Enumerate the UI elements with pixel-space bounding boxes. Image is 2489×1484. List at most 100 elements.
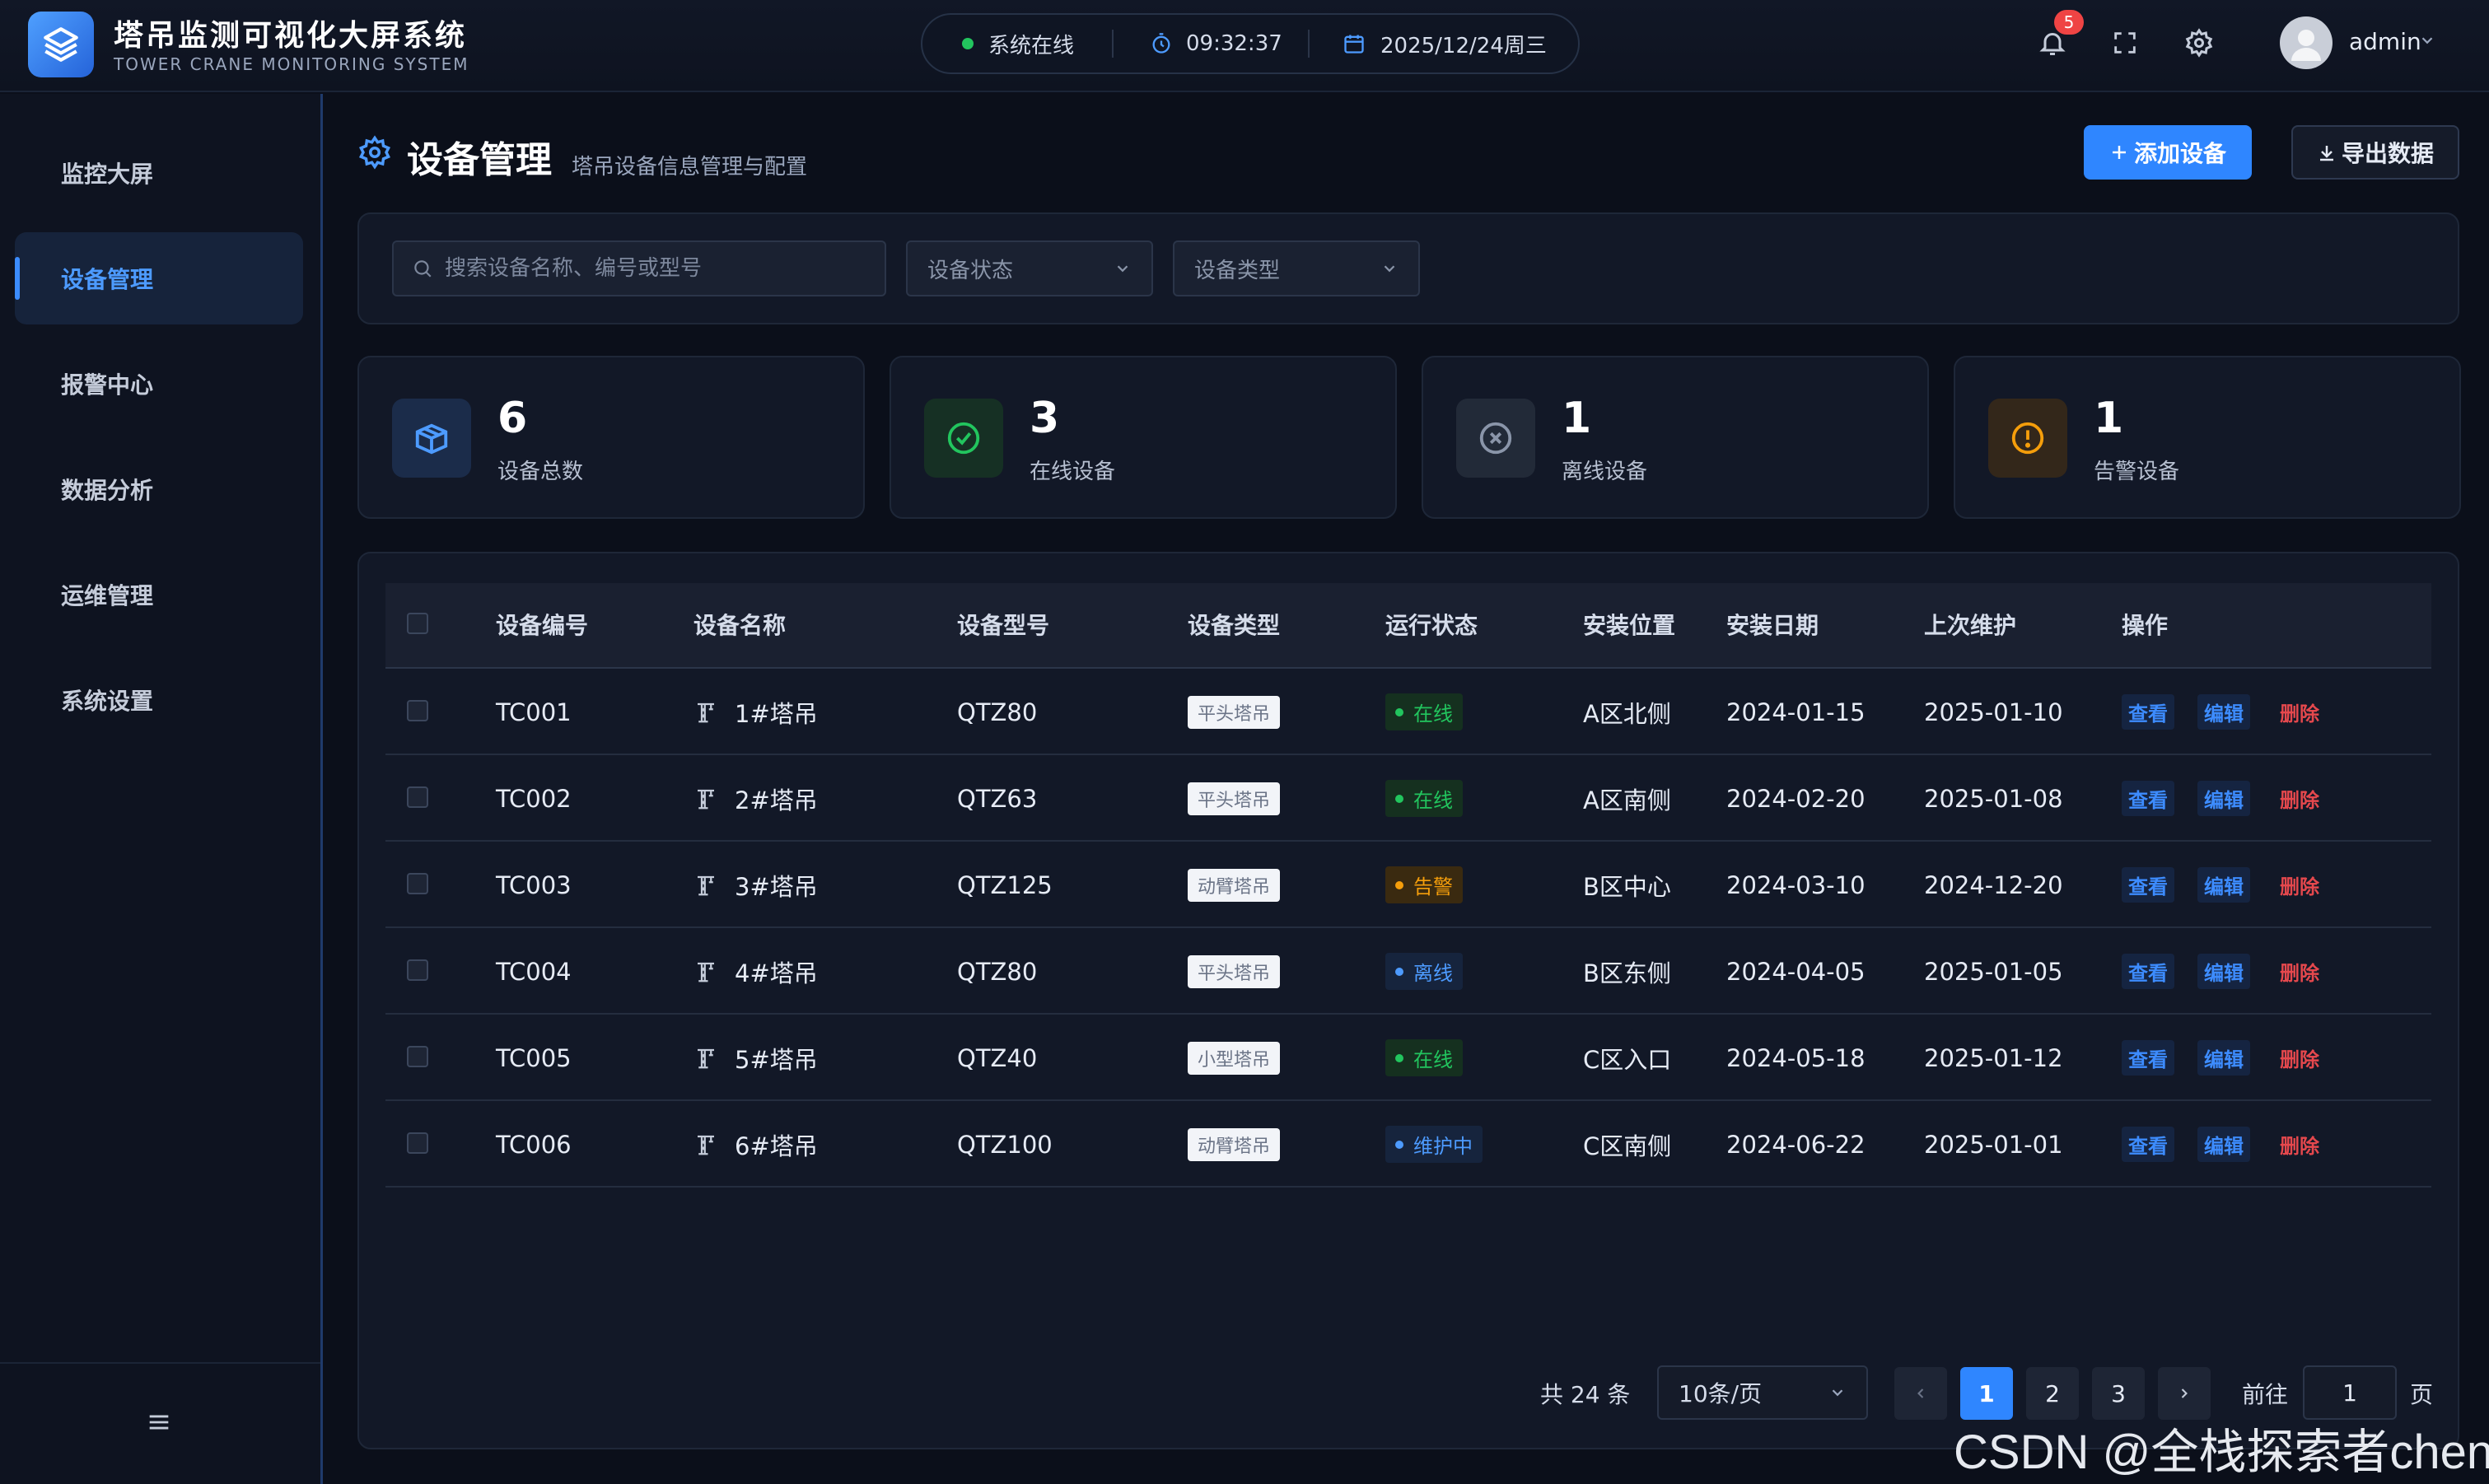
sidebar-item-label: 报警中心 xyxy=(61,371,154,399)
page-button-2[interactable]: 2 xyxy=(2026,1367,2079,1420)
avatar[interactable] xyxy=(2280,16,2333,69)
edit-button[interactable]: 编辑 xyxy=(2197,867,2250,903)
sidebar-item-devices[interactable]: 设备管理 xyxy=(15,232,303,324)
column-header[interactable]: 安装位置 xyxy=(1583,583,1675,669)
username[interactable]: admin xyxy=(2349,28,2421,55)
device-type-cell: 平头塔吊 xyxy=(1188,928,1281,1015)
status-dot-icon xyxy=(1395,707,1403,716)
page-subtitle: 塔吊设备信息管理与配置 xyxy=(572,155,808,180)
export-data-button[interactable]: 导出数据 xyxy=(2291,125,2459,180)
status-text: 维护中 xyxy=(1413,1135,1473,1158)
stat-value: 6 xyxy=(497,394,528,443)
status-text: 在线 xyxy=(1413,789,1453,812)
device-table-panel: 设备编号 设备名称 设备型号 设备类型 运行状态 安装位置 安装日期 上次维护 … xyxy=(357,552,2459,1449)
view-button[interactable]: 查看 xyxy=(2122,954,2174,989)
model-cell: QTZ40 xyxy=(957,1043,1038,1072)
page-title: 设备管理 xyxy=(407,139,552,181)
delete-button[interactable]: 删除 xyxy=(2273,781,2326,816)
model-cell: QTZ63 xyxy=(957,784,1038,813)
system-status-bar: 系统在线 09:32:37 2025/12/24周三 xyxy=(921,13,1580,74)
fullscreen-icon[interactable] xyxy=(2105,23,2145,63)
edit-button[interactable]: 编辑 xyxy=(2197,781,2250,816)
table-row: TC006 6#塔吊 QTZ100 动臂塔吊 维护中 C区南侧 2024-06-22 2025… xyxy=(385,1101,2431,1188)
install-cell: 2024-06-22 xyxy=(1726,1130,1866,1159)
search-input[interactable] xyxy=(445,256,873,281)
view-button[interactable]: 查看 xyxy=(2122,781,2174,816)
edit-button[interactable]: 编辑 xyxy=(2197,954,2250,989)
sidebar-item-alarms[interactable]: 报警中心 xyxy=(15,338,303,430)
notification-badge: 5 xyxy=(2054,10,2084,35)
delete-button[interactable]: 删除 xyxy=(2273,867,2326,903)
prev-page-button[interactable] xyxy=(1894,1367,1947,1420)
run-status-cell: 在线 xyxy=(1385,755,1463,842)
page-button-3[interactable]: 3 xyxy=(2092,1367,2145,1420)
sidebar-item-settings[interactable]: 系统设置 xyxy=(15,654,303,746)
run-status-cell: 离线 xyxy=(1385,928,1463,1015)
edit-button[interactable]: 编辑 xyxy=(2197,694,2250,730)
chevron-down-icon[interactable] xyxy=(2418,31,2436,53)
view-button[interactable]: 查看 xyxy=(2122,694,2174,730)
chevron-right-icon xyxy=(2181,1388,2188,1398)
column-header[interactable]: 设备名称 xyxy=(693,583,786,669)
online-dot-icon xyxy=(962,38,974,49)
device-type-tag: 平头塔吊 xyxy=(1188,695,1281,729)
menu-collapse-icon[interactable] xyxy=(145,1408,173,1440)
goto-page-input[interactable]: 1 xyxy=(2303,1365,2397,1420)
plus-icon xyxy=(2112,146,2126,159)
model-cell: QTZ80 xyxy=(957,957,1038,986)
maint-cell: 2025-01-01 xyxy=(1924,1130,2063,1159)
table-row: TC005 5#塔吊 QTZ40 小型塔吊 在线 C区入口 2024-05-18 2025-0… xyxy=(385,1015,2431,1101)
status-badge: 离线 xyxy=(1385,953,1463,990)
row-checkbox[interactable] xyxy=(407,959,428,981)
clock: 09:32:37 xyxy=(1114,15,1308,72)
install-cell: 2024-04-05 xyxy=(1726,957,1866,986)
edit-button[interactable]: 编辑 xyxy=(2197,1127,2250,1162)
delete-button[interactable]: 删除 xyxy=(2273,1040,2326,1076)
column-header[interactable]: 运行状态 xyxy=(1385,583,1478,669)
type-select[interactable]: 设备类型 xyxy=(1173,240,1420,296)
view-button[interactable]: 查看 xyxy=(2122,867,2174,903)
select-all-checkbox[interactable] xyxy=(407,613,428,634)
online-status: 系统在线 xyxy=(922,15,1112,72)
status-text: 离线 xyxy=(1413,962,1453,985)
view-button[interactable]: 查看 xyxy=(2122,1040,2174,1076)
gear-icon[interactable] xyxy=(2179,23,2219,63)
delete-button[interactable]: 删除 xyxy=(2273,954,2326,989)
location-cell: C区南侧 xyxy=(1583,1132,1672,1160)
row-checkbox[interactable] xyxy=(407,786,428,808)
device-name-cell: 3#塔吊 xyxy=(693,842,818,928)
status-select[interactable]: 设备状态 xyxy=(906,240,1153,296)
id-cell: TC001 xyxy=(496,698,572,726)
table-row: TC004 4#塔吊 QTZ80 平头塔吊 离线 B区东侧 2024-04-05 2025-0… xyxy=(385,928,2431,1015)
page-size-select[interactable]: 10条/页 xyxy=(1657,1365,1868,1420)
sidebar-item-analytics[interactable]: 数据分析 xyxy=(15,443,303,535)
row-checkbox[interactable] xyxy=(407,700,428,721)
delete-button[interactable]: 删除 xyxy=(2273,694,2326,730)
row-actions: 查看 编辑 删除 xyxy=(2122,1015,2349,1101)
view-button[interactable]: 查看 xyxy=(2122,1127,2174,1162)
search-input-wrapper[interactable] xyxy=(392,240,886,296)
column-header[interactable]: 上次维护 xyxy=(1924,583,2016,669)
run-status-cell: 在线 xyxy=(1385,1015,1463,1101)
sidebar: 监控大屏 设备管理 报警中心 数据分析 运维管理 系统设置 xyxy=(0,94,323,1484)
sidebar-item-label: 数据分析 xyxy=(61,477,154,504)
device-type-cell: 平头塔吊 xyxy=(1188,755,1281,842)
sidebar-item-maintenance[interactable]: 运维管理 xyxy=(15,548,303,641)
column-header[interactable]: 设备编号 xyxy=(496,583,588,669)
row-checkbox[interactable] xyxy=(407,873,428,894)
id-cell: TC005 xyxy=(496,1043,572,1072)
device-type-tag: 小型塔吊 xyxy=(1188,1041,1281,1075)
column-header[interactable]: 设备型号 xyxy=(957,583,1049,669)
sidebar-item-monitor[interactable]: 监控大屏 xyxy=(15,127,303,219)
row-checkbox[interactable] xyxy=(407,1132,428,1154)
row-checkbox[interactable] xyxy=(407,1046,428,1067)
column-header[interactable]: 设备类型 xyxy=(1188,583,1280,669)
add-device-button[interactable]: 添加设备 xyxy=(2084,125,2252,180)
row-actions: 查看 编辑 删除 xyxy=(2122,669,2349,755)
edit-button[interactable]: 编辑 xyxy=(2197,1040,2250,1076)
delete-button[interactable]: 删除 xyxy=(2273,1127,2326,1162)
device-name-cell: 5#塔吊 xyxy=(693,1015,818,1101)
column-header[interactable]: 安装日期 xyxy=(1726,583,1819,669)
page-button-1[interactable]: 1 xyxy=(1960,1367,2013,1420)
next-page-button[interactable] xyxy=(2158,1367,2211,1420)
